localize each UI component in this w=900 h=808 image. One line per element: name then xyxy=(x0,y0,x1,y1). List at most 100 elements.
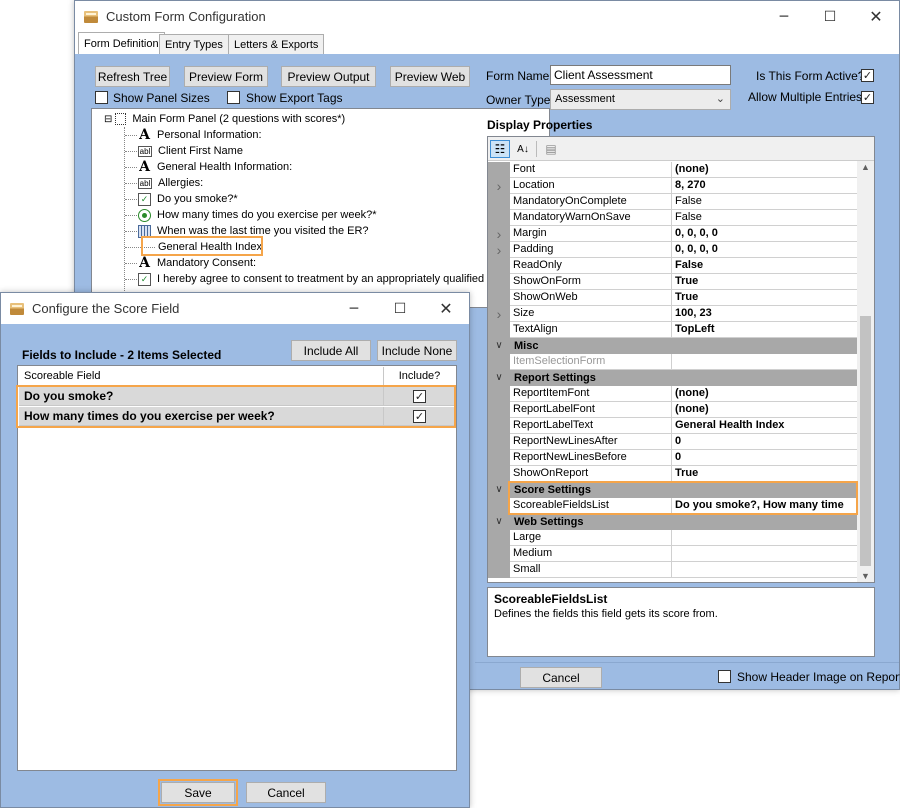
property-row[interactable]: › Margin 0, 0, 0, 0 xyxy=(488,226,858,242)
property-value[interactable] xyxy=(672,546,858,562)
table-row[interactable]: How many times do you exercise per week?… xyxy=(19,407,455,426)
property-value[interactable]: True xyxy=(672,290,858,306)
tree-item[interactable]: ✓ Do you smoke?* xyxy=(125,191,238,207)
property-category[interactable]: ∨ Misc xyxy=(488,338,858,354)
include-all-button[interactable]: Include All xyxy=(291,340,371,361)
include-none-button[interactable]: Include None xyxy=(377,340,457,361)
property-value[interactable]: True xyxy=(672,274,858,290)
is-active-checkbox[interactable]: ✓ xyxy=(861,69,874,82)
property-category[interactable]: ∨ Report Settings xyxy=(488,370,858,386)
tree-item[interactable]: How many times do you exercise per week?… xyxy=(125,207,376,223)
property-row[interactable]: ReportNewLinesAfter 0 xyxy=(488,434,858,450)
preview-web-button[interactable]: Preview Web xyxy=(390,66,470,87)
property-row[interactable]: ReportLabelText General Health Index xyxy=(488,418,858,434)
show-header-image-checkbox[interactable] xyxy=(718,670,731,683)
collapse-chevron-icon[interactable]: ∨ xyxy=(488,370,510,386)
close-icon[interactable]: ✕ xyxy=(853,1,899,32)
scroll-up-icon[interactable]: ▲ xyxy=(861,162,870,172)
collapse-icon[interactable]: ⊟ xyxy=(104,114,112,125)
tree-root[interactable]: ⊟ Main Form Panel (2 questions with scor… xyxy=(104,111,345,127)
property-value[interactable]: 8, 270 xyxy=(672,178,858,194)
property-scrollbar[interactable]: ▲ ▼ xyxy=(857,161,874,582)
property-row[interactable]: ReportLabelFont (none) xyxy=(488,402,858,418)
collapse-chevron-icon[interactable]: ∨ xyxy=(488,338,510,354)
property-value[interactable]: TopLeft xyxy=(672,322,858,338)
tab-letters-exports[interactable]: Letters & Exports xyxy=(228,34,325,54)
property-row[interactable]: ScoreableFieldsList Do you smoke?, How ma… xyxy=(488,498,858,514)
property-value[interactable]: 0, 0, 0, 0 xyxy=(672,226,858,242)
dialog-close-icon[interactable]: ✕ xyxy=(423,293,469,324)
property-category[interactable]: ∨ Score Settings xyxy=(488,482,858,498)
property-pages-icon[interactable]: ▤ xyxy=(541,140,561,158)
dialog-cancel-button[interactable]: Cancel xyxy=(246,782,326,803)
property-value[interactable]: 0, 0, 0, 0 xyxy=(672,242,858,258)
property-value[interactable]: (none) xyxy=(672,162,858,178)
property-grid[interactable]: ☷ A↓ ▤ Font (none) › Location 8, 270 Mandator… xyxy=(487,136,875,583)
property-value[interactable]: False xyxy=(672,194,858,210)
property-row[interactable]: ReportItemFont (none) xyxy=(488,386,858,402)
expand-chevron-icon[interactable]: › xyxy=(488,306,510,322)
property-value[interactable]: False xyxy=(672,258,858,274)
property-row[interactable]: › Location 8, 270 xyxy=(488,178,858,194)
property-row[interactable]: ShowOnWeb True xyxy=(488,290,858,306)
property-row[interactable]: ShowOnReport True xyxy=(488,466,858,482)
column-header-include[interactable]: Include? xyxy=(384,367,455,386)
property-row[interactable]: MandatoryOnComplete False xyxy=(488,194,858,210)
tab-form-definition[interactable]: Form Definition xyxy=(78,32,165,54)
scoreable-fields-grid[interactable]: Scoreable Field Include? Do you smoke? ✓… xyxy=(17,365,457,771)
tree-item[interactable]: abl Allergies: xyxy=(125,175,203,191)
property-row[interactable]: TextAlign TopLeft xyxy=(488,322,858,338)
property-value[interactable]: False xyxy=(672,210,858,226)
main-cancel-button[interactable]: Cancel xyxy=(520,667,602,688)
property-category[interactable]: ∨ Web Settings xyxy=(488,514,858,530)
owner-type-select[interactable]: Assessment ⌄ xyxy=(550,89,731,110)
property-value[interactable]: 0 xyxy=(672,434,858,450)
form-name-input[interactable]: Client Assessment xyxy=(550,65,731,85)
column-header-field[interactable]: Scoreable Field xyxy=(19,367,384,386)
scroll-down-icon[interactable]: ▼ xyxy=(861,571,870,581)
property-value[interactable]: (none) xyxy=(672,402,858,418)
property-row[interactable]: MandatoryWarnOnSave False xyxy=(488,210,858,226)
property-value[interactable] xyxy=(672,562,858,578)
dialog-maximize-icon[interactable]: ☐ xyxy=(377,293,423,324)
sort-alphabetical-icon[interactable]: A↓ xyxy=(513,140,533,158)
refresh-tree-button[interactable]: Refresh Tree xyxy=(95,66,170,87)
property-row[interactable]: ReadOnly False xyxy=(488,258,858,274)
property-row[interactable]: Medium xyxy=(488,546,858,562)
tree-item[interactable]: A General Health Information: xyxy=(125,159,292,175)
collapse-chevron-icon[interactable]: ∨ xyxy=(488,514,510,530)
collapse-chevron-icon[interactable]: ∨ xyxy=(488,482,510,498)
show-panel-sizes-checkbox[interactable] xyxy=(95,91,108,104)
include-checkbox[interactable]: ✓ xyxy=(413,409,426,423)
property-row[interactable]: Small xyxy=(488,562,858,578)
expand-chevron-icon[interactable]: › xyxy=(488,178,510,194)
dialog-minimize-icon[interactable]: ─ xyxy=(331,293,377,324)
tree-item[interactable]: A Personal Information: xyxy=(125,127,262,143)
categorized-icon[interactable]: ☷ xyxy=(490,140,510,158)
property-row[interactable]: ItemSelectionForm xyxy=(488,354,858,370)
allow-multiple-checkbox[interactable]: ✓ xyxy=(861,91,874,104)
expand-chevron-icon[interactable]: › xyxy=(488,242,510,258)
property-value[interactable]: Do you smoke?, How many time xyxy=(672,498,858,514)
property-row[interactable]: › Size 100, 23 xyxy=(488,306,858,322)
preview-form-button[interactable]: Preview Form xyxy=(184,66,268,87)
form-tree[interactable]: ⊟ Main Form Panel (2 questions with scor… xyxy=(91,108,550,308)
property-row[interactable]: › Padding 0, 0, 0, 0 xyxy=(488,242,858,258)
tree-item[interactable]: When was the last time you visited the E… xyxy=(125,223,369,239)
save-button[interactable]: Save xyxy=(161,782,235,803)
property-row[interactable]: Font (none) xyxy=(488,162,858,178)
preview-output-button[interactable]: Preview Output xyxy=(281,66,376,87)
tab-entry-types[interactable]: Entry Types xyxy=(159,34,229,54)
property-value[interactable]: 100, 23 xyxy=(672,306,858,322)
tree-item[interactable]: abl Client First Name xyxy=(125,143,243,159)
expand-chevron-icon[interactable]: › xyxy=(488,226,510,242)
tree-item[interactable]: ✓ I hereby agree to consent to treatment… xyxy=(125,271,484,287)
maximize-icon[interactable]: ☐ xyxy=(807,1,853,32)
property-row[interactable]: ReportNewLinesBefore 0 xyxy=(488,450,858,466)
property-value[interactable] xyxy=(672,530,858,546)
tree-item[interactable]: A Mandatory Consent: xyxy=(125,255,256,271)
minimize-icon[interactable]: ─ xyxy=(761,1,807,32)
table-row[interactable]: Do you smoke? ✓ xyxy=(19,387,455,406)
property-row[interactable]: ShowOnForm True xyxy=(488,274,858,290)
property-row[interactable]: Large xyxy=(488,530,858,546)
